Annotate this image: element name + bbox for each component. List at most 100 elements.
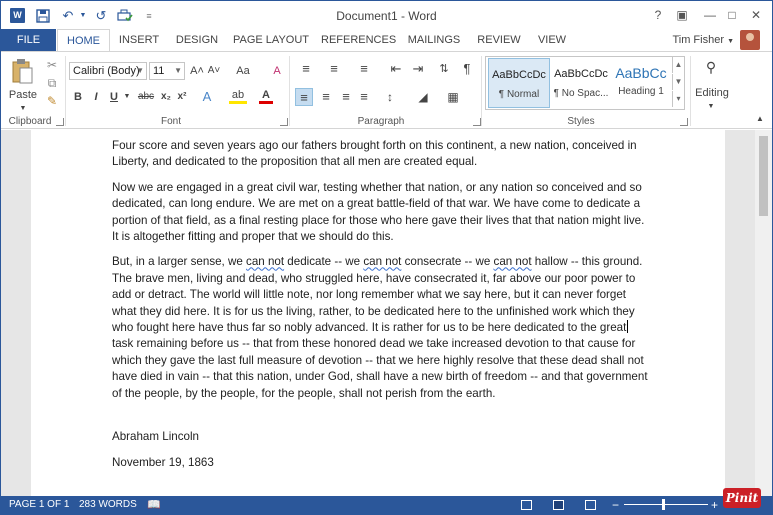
styles-gallery: AaBbCcDc ¶ Normal AaBbCcDc ¶ No Spac... … [485, 56, 685, 110]
strikethrough-button[interactable]: abc [135, 88, 157, 106]
style-sample: AaBbCcDc [492, 69, 546, 81]
styles-scroll-up-icon[interactable]: ▲ [672, 57, 684, 73]
line-spacing-icon[interactable]: ↕ [379, 88, 401, 106]
maximize-button[interactable]: □ [721, 5, 743, 25]
paragraph: But, in a larger sense, we can not dedic… [112, 254, 648, 402]
style-name: ¶ Normal [498, 89, 540, 100]
underline-button[interactable]: U [107, 88, 121, 106]
web-layout-icon[interactable] [585, 500, 596, 510]
tab-insert[interactable]: INSERT [113, 29, 165, 51]
style-name: ¶ No Spac... [553, 88, 609, 99]
chevron-down-icon: ▼ [136, 66, 144, 75]
underline-dropdown-icon[interactable]: ▼ [123, 88, 131, 106]
font-family-value: Calibri (Body) [73, 65, 140, 77]
italic-button[interactable]: I [89, 88, 103, 106]
copy-icon[interactable]: ⧉ [43, 74, 61, 92]
proofing-icon[interactable]: 📖 [147, 496, 161, 514]
user-account[interactable]: Tim Fisher ▼ [672, 29, 734, 53]
chevron-down-icon: ▼ [174, 66, 182, 75]
bold-button[interactable]: B [71, 88, 85, 106]
avatar[interactable] [740, 30, 760, 50]
increase-indent-icon[interactable]: ⇥ [409, 60, 427, 78]
word-count[interactable]: 283 WORDS [79, 496, 137, 514]
bullets-icon[interactable]: ≡ [295, 60, 317, 78]
align-left-icon[interactable]: ≡ [295, 88, 313, 106]
document-body[interactable]: Four score and seven years ago our fathe… [112, 138, 648, 480]
text-run: consecrate -- we [401, 255, 494, 269]
clear-formatting-icon[interactable]: A [269, 62, 285, 80]
styles-more-icon[interactable]: ▾ [672, 91, 684, 107]
tab-design[interactable]: DESIGN [171, 29, 223, 51]
paragraph-launcher-icon[interactable] [473, 118, 481, 126]
superscript-button[interactable]: x² [175, 88, 189, 106]
zoom-slider-thumb[interactable] [662, 499, 665, 510]
styles-launcher-icon[interactable] [680, 118, 688, 126]
font-launcher-icon[interactable] [280, 118, 288, 126]
date: November 19, 1863 [112, 455, 214, 469]
align-right-icon[interactable]: ≡ [337, 88, 355, 106]
borders-icon[interactable]: ▦ [443, 88, 463, 106]
collapse-ribbon-icon[interactable]: ▲ [753, 110, 767, 128]
justify-icon[interactable]: ≡ [355, 88, 373, 106]
tab-review[interactable]: REVIEW [475, 29, 523, 51]
style-no-spacing[interactable]: AaBbCcDc ¶ No Spac... [550, 58, 612, 108]
paste-icon[interactable] [12, 58, 34, 86]
tab-mailings[interactable]: MAILINGS [404, 29, 464, 51]
document-page[interactable]: Four score and seven years ago our fathe… [31, 130, 725, 496]
cut-icon[interactable]: ✂ [43, 56, 61, 74]
clipboard-launcher-icon[interactable] [56, 118, 64, 126]
font-color-button[interactable]: A [259, 88, 273, 104]
decrease-indent-icon[interactable]: ⇤ [387, 60, 405, 78]
tab-view[interactable]: VIEW [533, 29, 571, 51]
zoom-in-button[interactable]: + [711, 496, 718, 514]
multilevel-list-icon[interactable]: ≡ [353, 60, 375, 78]
style-heading-1[interactable]: AaBbCc Heading 1 [610, 58, 672, 108]
style-normal[interactable]: AaBbCcDc ¶ Normal [488, 58, 550, 108]
format-painter-icon[interactable]: ✎ [43, 92, 61, 110]
chevron-down-icon: ▼ [707, 103, 715, 110]
read-mode-icon[interactable] [521, 500, 532, 510]
paragraph-group-label: Paragraph [357, 116, 405, 127]
paragraph: Four score and seven years ago our fathe… [112, 139, 637, 169]
subscript-button[interactable]: x₂ [159, 88, 173, 106]
tab-file[interactable]: FILE [1, 29, 56, 51]
shading-icon[interactable]: ◢ [413, 88, 433, 106]
numbering-icon[interactable]: ≡ [323, 60, 345, 78]
signature: Abraham Lincoln [112, 430, 200, 444]
shrink-font-button[interactable]: A˅ [206, 62, 222, 80]
tab-page-layout[interactable]: PAGE LAYOUT [233, 29, 309, 51]
page-count[interactable]: PAGE 1 OF 1 [9, 496, 69, 514]
sort-icon[interactable]: ⇅ [435, 60, 453, 78]
word-window: W ↶ ▼ ↺ ≡ Document1 - Word ? ▣ — □ ✕ FIL… [0, 0, 773, 515]
zoom-out-button[interactable]: − [612, 496, 619, 514]
print-layout-icon[interactable] [553, 500, 564, 510]
grow-font-button[interactable]: A˄ [189, 62, 205, 80]
status-bar: PAGE 1 OF 1 283 WORDS 📖 − + 100% [1, 496, 772, 514]
paragraph: Now we are engaged in a great civil war,… [112, 180, 645, 244]
show-hide-button[interactable]: ¶ [459, 60, 475, 78]
spelling-flag[interactable]: can not [246, 255, 284, 268]
align-center-icon[interactable]: ≡ [317, 88, 335, 106]
pinit-button[interactable]: Pinit [723, 488, 761, 508]
chevron-down-icon: ▼ [727, 38, 734, 45]
binoculars-icon: ⚲ [705, 59, 717, 75]
help-button[interactable]: ? [647, 5, 669, 25]
spelling-flag[interactable]: can not [494, 255, 532, 268]
ribbon-display-options-button[interactable]: ▣ [671, 5, 693, 25]
text-effects-button[interactable]: A [199, 88, 215, 106]
zoom-slider[interactable] [624, 504, 708, 505]
minimize-button[interactable]: — [699, 5, 721, 25]
vertical-scrollbar[interactable] [755, 130, 772, 496]
font-family-select[interactable]: Calibri (Body) ▼ [69, 62, 147, 80]
tab-home[interactable]: HOME [57, 29, 110, 52]
close-button[interactable]: ✕ [745, 5, 767, 25]
font-size-select[interactable]: 11 ▼ [149, 62, 185, 80]
group-divider [481, 56, 482, 126]
highlight-color-button[interactable]: ab [229, 88, 247, 104]
spelling-flag[interactable]: can not [363, 255, 401, 268]
scrollbar-thumb[interactable] [759, 136, 768, 216]
tab-references[interactable]: REFERENCES [321, 29, 396, 51]
styles-scroll-down-icon[interactable]: ▼ [672, 74, 684, 90]
change-case-button[interactable]: Aa [231, 62, 255, 80]
text-cursor [627, 320, 629, 334]
